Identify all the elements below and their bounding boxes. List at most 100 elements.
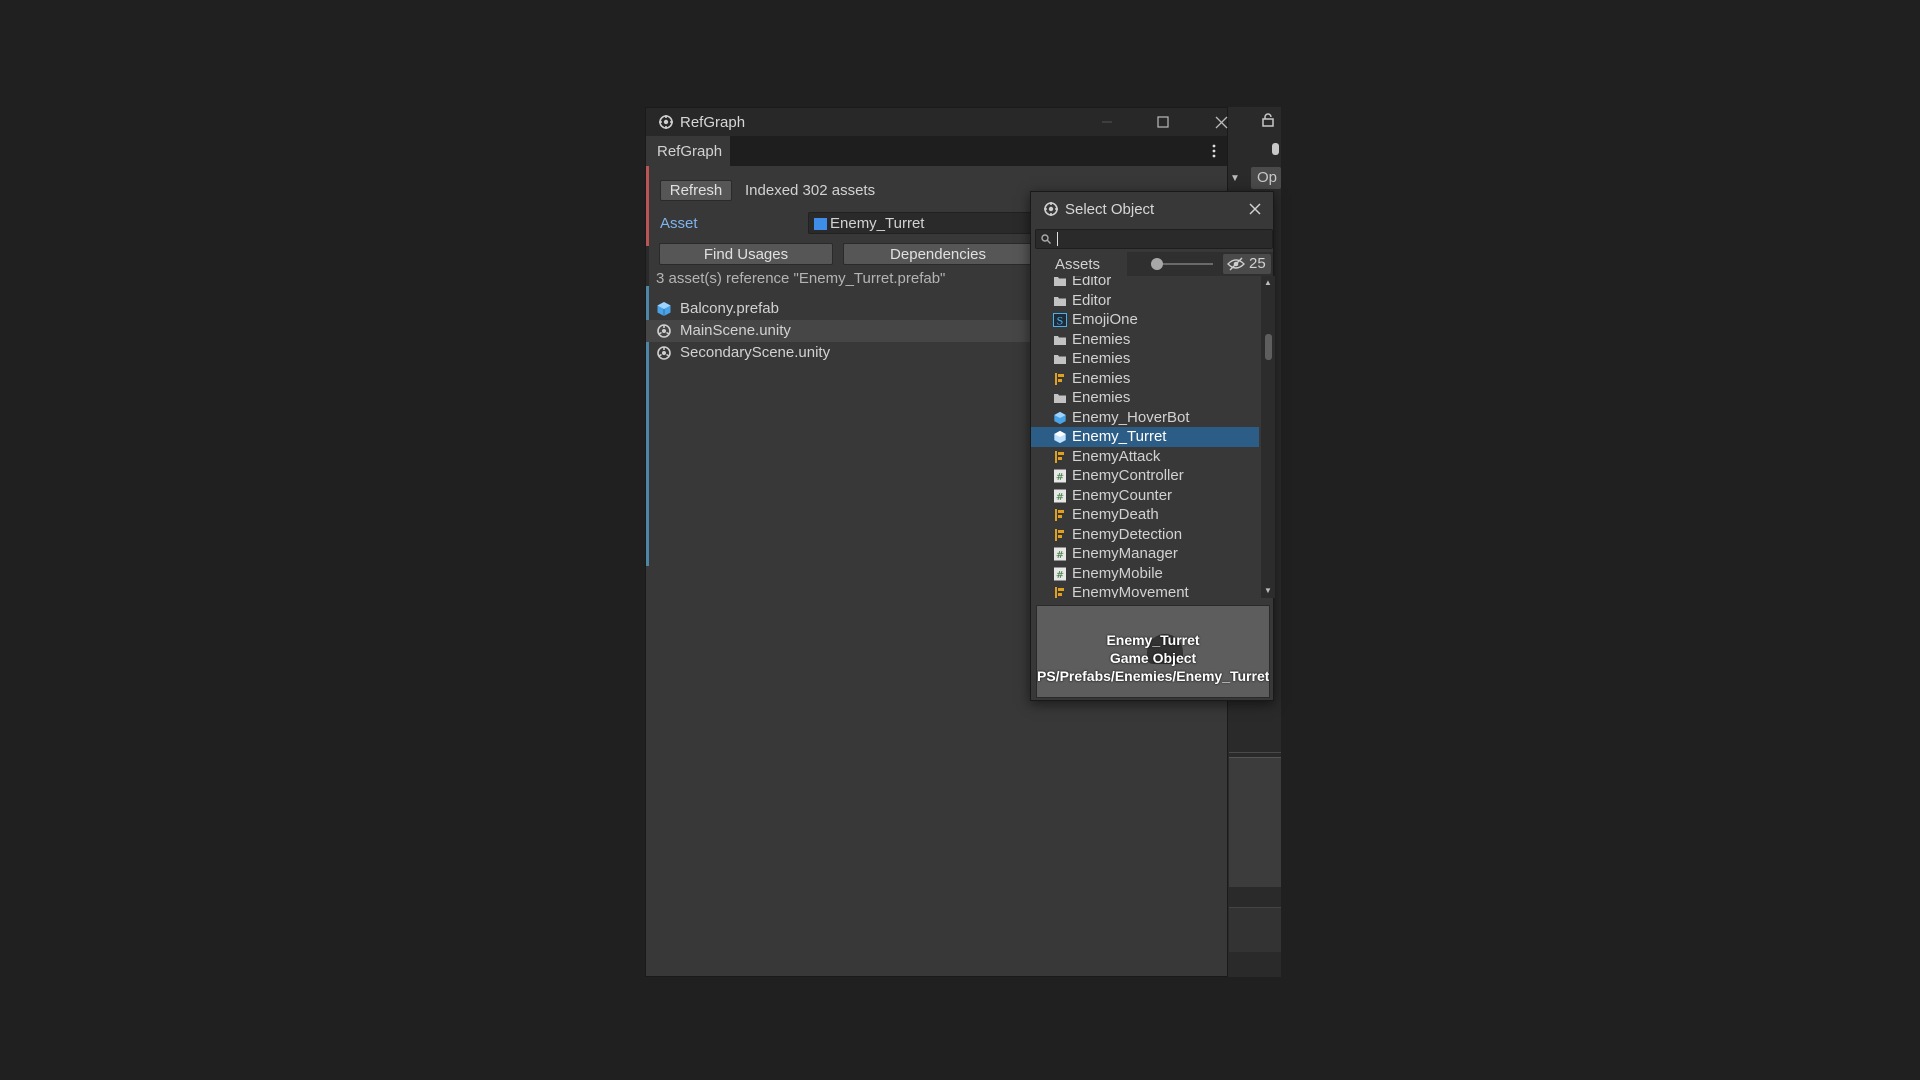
list-item-label: EnemyAttack bbox=[1072, 447, 1161, 465]
background-panel bbox=[1229, 757, 1281, 887]
list-item-label: Enemy_HoverBot bbox=[1072, 408, 1190, 426]
script-icon: # bbox=[1054, 489, 1066, 503]
animator-icon bbox=[1055, 528, 1064, 541]
script-icon: # bbox=[1054, 567, 1066, 581]
close-button[interactable] bbox=[1201, 108, 1241, 136]
script-icon: # bbox=[1054, 547, 1066, 561]
animator-icon bbox=[1055, 509, 1064, 521]
result-row[interactable]: MainScene.unity bbox=[646, 320, 1036, 342]
panel-handle bbox=[1272, 143, 1279, 155]
popup-title-bar[interactable]: Select Object bbox=[1031, 192, 1273, 226]
list-item[interactable]: EnemyAttack bbox=[1031, 447, 1259, 467]
select-object-popup: Select Object Assets 25 Editor Editor S … bbox=[1030, 191, 1275, 701]
lock-icon[interactable] bbox=[1262, 113, 1274, 127]
hidden-count-value: 25 bbox=[1249, 255, 1266, 272]
icon-size-slider-track[interactable] bbox=[1158, 263, 1213, 265]
list-item[interactable]: S EmojiOne bbox=[1031, 310, 1259, 330]
folder-icon bbox=[1054, 335, 1066, 345]
font-asset-icon: S bbox=[1053, 313, 1067, 327]
close-icon[interactable] bbox=[1247, 201, 1263, 217]
list-item[interactable]: # EnemyCounter bbox=[1031, 486, 1259, 506]
result-label: SecondaryScene.unity bbox=[680, 344, 831, 361]
minimize-icon bbox=[1102, 121, 1112, 123]
tab-refgraph[interactable]: RefGraph bbox=[646, 136, 730, 166]
list-item[interactable]: EnemyDetection bbox=[1031, 525, 1259, 545]
list-item-label: Editor bbox=[1072, 276, 1112, 289]
hidden-packages-toggle[interactable]: 25 bbox=[1223, 254, 1271, 274]
svg-text:#: # bbox=[1056, 492, 1064, 503]
list-item-label: EnemyDetection bbox=[1072, 525, 1183, 543]
text-caret bbox=[1057, 232, 1058, 246]
scroll-up-icon[interactable]: ▲ bbox=[1264, 278, 1272, 287]
list-item[interactable]: Enemies bbox=[1031, 330, 1259, 350]
icon-size-slider-handle[interactable] bbox=[1151, 258, 1163, 270]
dependencies-button[interactable]: Dependencies bbox=[843, 243, 1033, 265]
prefab-icon bbox=[1054, 430, 1066, 444]
tab-assets[interactable]: Assets bbox=[1031, 252, 1127, 276]
eye-slash-icon bbox=[1227, 257, 1245, 271]
list-item[interactable]: # EnemyMobile bbox=[1031, 564, 1259, 584]
preview-name: Enemy_Turret bbox=[1106, 632, 1200, 648]
title-bar[interactable]: RefGraph bbox=[646, 108, 1227, 136]
result-label: MainScene.unity bbox=[680, 322, 791, 339]
window-edge-accent bbox=[646, 166, 649, 566]
result-label: Balcony.prefab bbox=[680, 300, 779, 317]
list-item-label: EnemyMovement bbox=[1072, 584, 1189, 598]
divider bbox=[1229, 752, 1281, 753]
result-row[interactable]: Balcony.prefab bbox=[646, 298, 1036, 320]
svg-text:#: # bbox=[1056, 550, 1064, 561]
list-item-label: Enemies bbox=[1072, 350, 1131, 367]
dropdown-arrow-icon[interactable]: ▼ bbox=[1230, 173, 1240, 184]
list-item-label: Editor bbox=[1072, 291, 1112, 309]
background-panel bbox=[1229, 907, 1281, 952]
list-item[interactable]: EnemyMovement bbox=[1031, 583, 1259, 598]
list-item-label: EnemyCounter bbox=[1072, 486, 1173, 504]
list-item-selected[interactable]: Enemy_Turret bbox=[1031, 427, 1259, 447]
asset-field-value: Enemy_Turret bbox=[830, 215, 925, 232]
scrollbar-thumb[interactable] bbox=[1265, 334, 1272, 360]
maximize-icon bbox=[1157, 116, 1169, 128]
prefab-icon bbox=[1054, 411, 1066, 424]
search-input[interactable] bbox=[1035, 229, 1273, 249]
list-item-label: EnemyMobile bbox=[1072, 564, 1163, 582]
tab-bar: RefGraph bbox=[646, 136, 1227, 166]
svg-text:S: S bbox=[1057, 314, 1064, 328]
list-item[interactable]: Editor bbox=[1031, 291, 1259, 311]
list-item[interactable]: # EnemyManager bbox=[1031, 544, 1259, 564]
asset-preview: Enemy_Turret Game Object PS/Prefabs/Enem… bbox=[1036, 605, 1270, 698]
script-icon: # bbox=[1054, 469, 1066, 483]
folder-icon bbox=[1054, 277, 1066, 286]
maximize-button[interactable] bbox=[1143, 108, 1183, 136]
prefab-icon bbox=[814, 218, 827, 230]
list-item[interactable]: Editor bbox=[1031, 276, 1259, 291]
list-item[interactable]: Enemies bbox=[1031, 349, 1259, 369]
result-row[interactable]: SecondaryScene.unity bbox=[646, 342, 1036, 364]
unity-icon bbox=[659, 115, 673, 129]
more-options-icon[interactable] bbox=[1211, 142, 1217, 160]
results-summary: 3 asset(s) reference "Enemy_Turret.prefa… bbox=[656, 270, 946, 287]
animator-icon bbox=[1055, 450, 1064, 463]
list-item[interactable]: Enemies bbox=[1031, 369, 1259, 389]
list-scrollbar[interactable]: ▲ ▼ bbox=[1261, 276, 1275, 598]
list-item[interactable]: # EnemyController bbox=[1031, 466, 1259, 486]
preview-path: PS/Prefabs/Enemies/Enemy_Turret bbox=[1037, 668, 1270, 684]
svg-text:#: # bbox=[1056, 570, 1064, 581]
list-item-label: EmojiOne bbox=[1072, 311, 1138, 328]
asset-list[interactable]: Editor Editor S EmojiOne Enemies Enemies… bbox=[1031, 276, 1261, 598]
list-item[interactable]: Enemy_HoverBot bbox=[1031, 408, 1259, 428]
open-button[interactable]: Op bbox=[1251, 167, 1281, 189]
list-item-label: Enemies bbox=[1072, 369, 1131, 387]
asset-object-field[interactable]: Enemy_Turret bbox=[808, 212, 1036, 234]
list-item[interactable]: Enemies bbox=[1031, 388, 1259, 408]
list-item-label: Enemies bbox=[1072, 389, 1131, 406]
list-item-label: EnemyController bbox=[1072, 467, 1184, 484]
search-icon bbox=[1041, 234, 1051, 244]
minimize-button[interactable] bbox=[1087, 108, 1127, 136]
scroll-down-icon[interactable]: ▼ bbox=[1264, 586, 1272, 595]
refresh-button[interactable]: Refresh bbox=[660, 180, 732, 201]
list-item[interactable]: EnemyDeath bbox=[1031, 505, 1259, 525]
svg-text:#: # bbox=[1056, 472, 1064, 483]
find-usages-button[interactable]: Find Usages bbox=[659, 243, 833, 265]
asset-label: Asset bbox=[660, 215, 698, 232]
list-item-label: Enemies bbox=[1072, 330, 1131, 348]
